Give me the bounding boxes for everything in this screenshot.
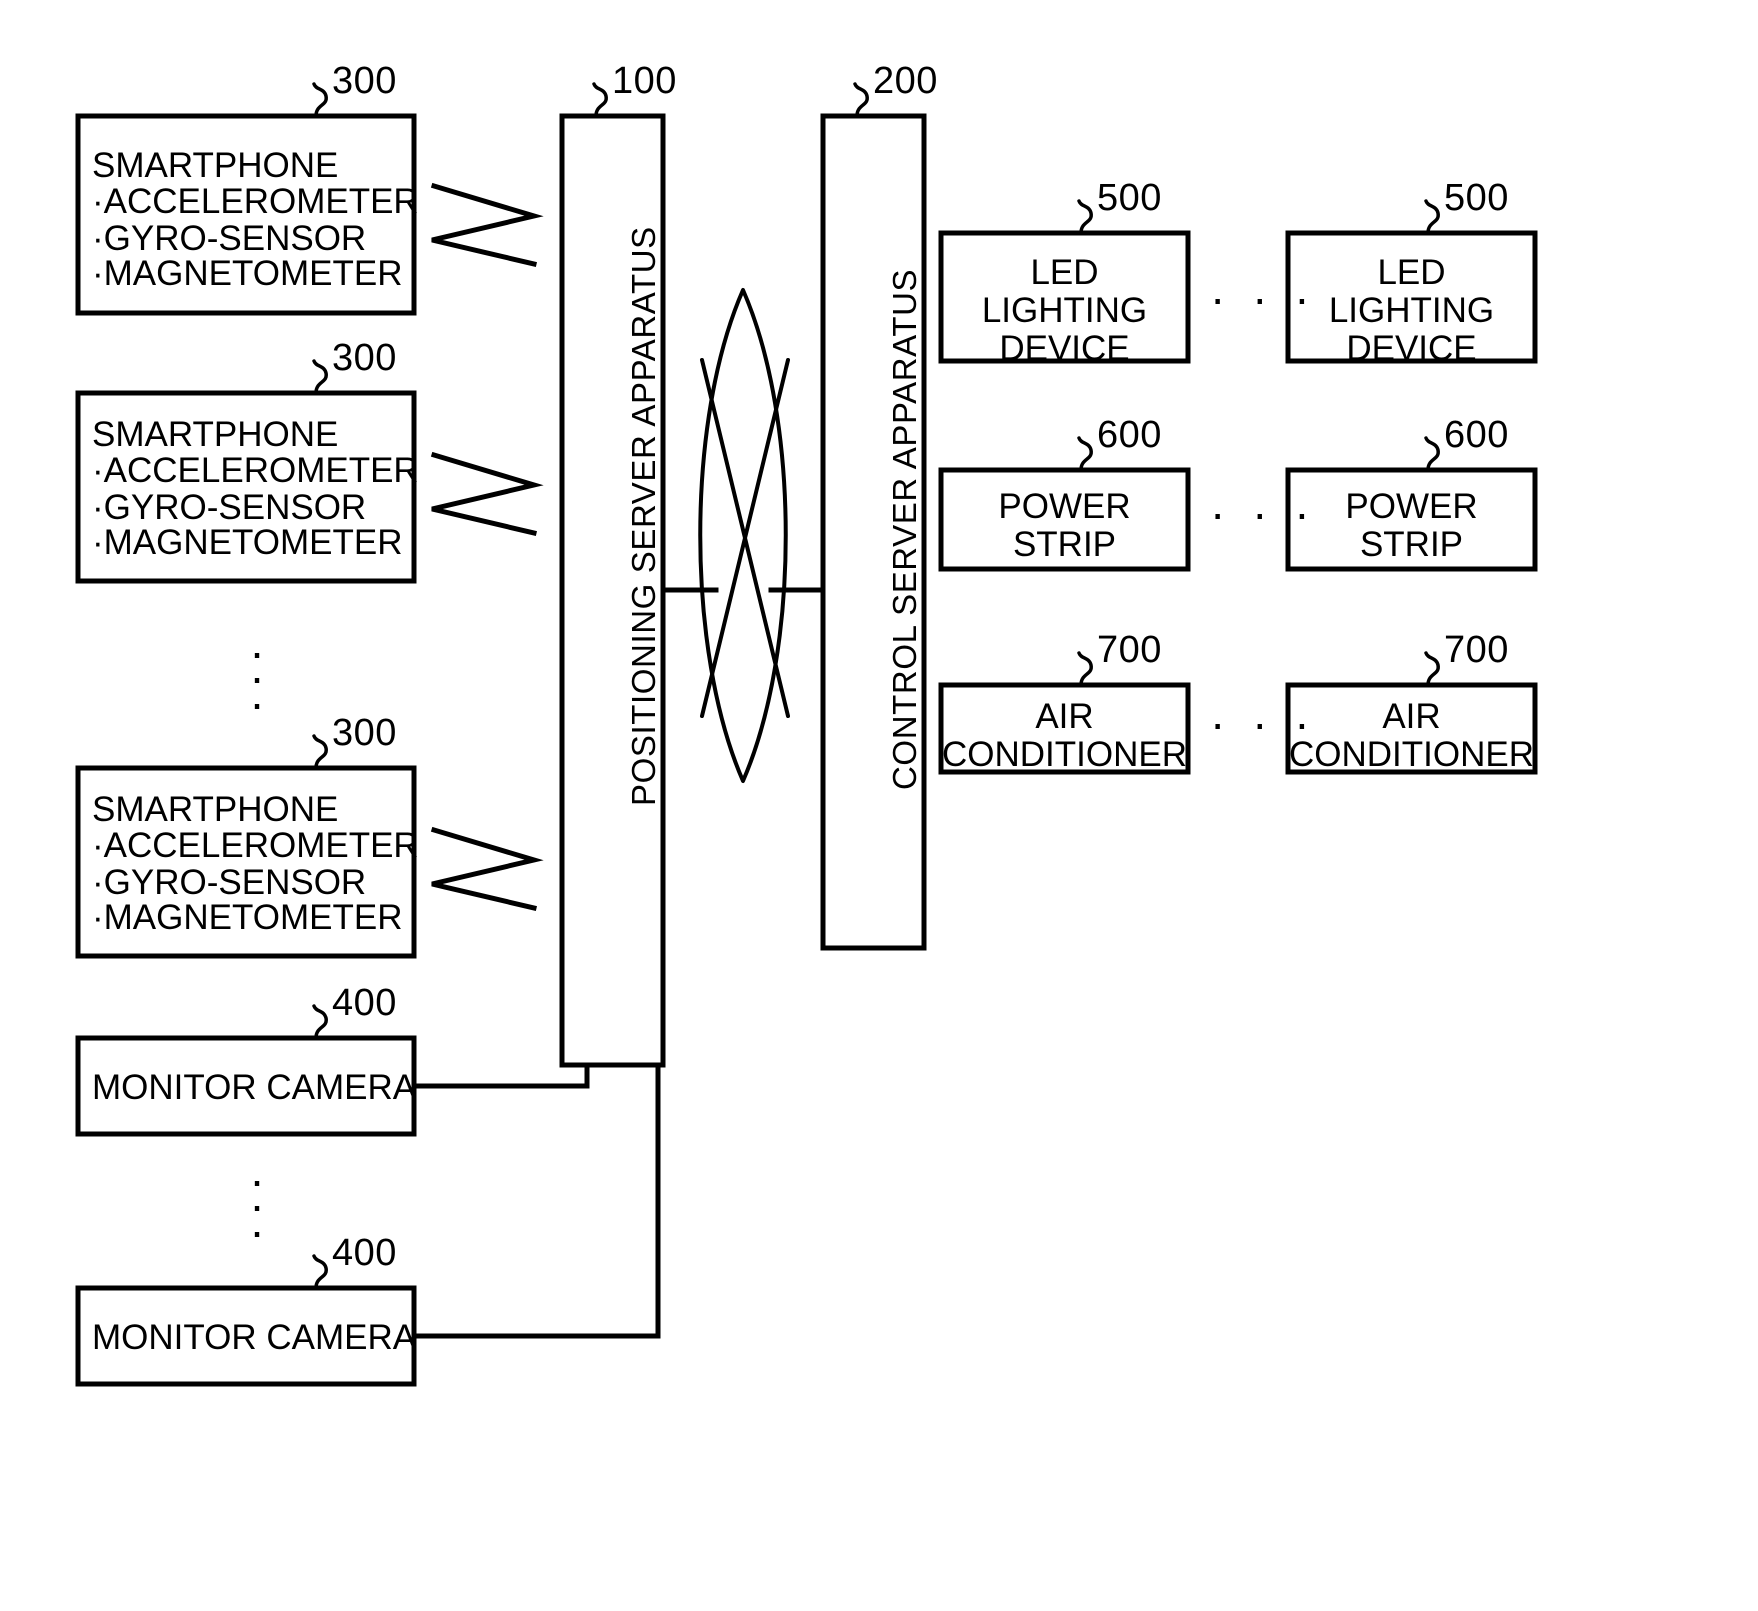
lead-line-300-3 (312, 734, 328, 770)
ref-numeral-300-3: 300 (332, 712, 397, 754)
ref-numeral-500-1: 500 (1097, 177, 1162, 219)
smartphone-1-item-magnetometer: ·MAGNETOMETER (92, 254, 403, 293)
patent-figure: 300 300 300 100 200 400 400 500 500 600 … (0, 0, 1758, 1611)
led-lighting-2-line1: LED (1377, 253, 1446, 292)
smartphone-3-item-accelerometer: ·ACCELEROMETER (92, 826, 419, 865)
positioning-server-label: POSITIONING SERVER APPARATUS (625, 226, 662, 806)
led-lighting-2-line2: LIGHTING (1328, 291, 1495, 330)
wireless-signal-icon-1 (430, 182, 544, 268)
ref-numeral-200: 200 (873, 60, 938, 102)
lead-line-600-2 (1424, 436, 1440, 472)
smartphone-2-item-accelerometer: ·ACCELEROMETER (92, 451, 419, 490)
lead-line-300-2 (312, 359, 328, 395)
lead-line-200 (853, 82, 869, 118)
lead-line-400-2 (312, 1254, 328, 1290)
wireless-signal-icon-3 (430, 826, 544, 912)
horizontal-ellipsis-power: · · · (1210, 487, 1317, 539)
camera-connector-1 (411, 1062, 590, 1089)
ref-numeral-400-2: 400 (332, 1232, 397, 1274)
vertical-ellipsis-smartphones: · · · (249, 626, 265, 729)
lead-line-300-1 (312, 82, 328, 118)
air-conditioner-1-line1: AIR (1035, 697, 1094, 736)
smartphone-1-item-accelerometer: ·ACCELEROMETER (92, 182, 419, 221)
lead-line-500-2 (1424, 199, 1440, 235)
air-conditioner-1-line2: CONDITIONER (942, 735, 1187, 774)
lead-line-100 (592, 82, 608, 118)
ref-numeral-600-2: 600 (1444, 414, 1509, 456)
smartphone-1-item-gyro: ·GYRO-SENSOR (92, 219, 367, 258)
smartphone-1-title: SMARTPHONE (92, 146, 339, 185)
air-conditioner-2-line1: AIR (1382, 697, 1441, 736)
ref-numeral-300-1: 300 (332, 60, 397, 102)
air-conditioner-2-line2: CONDITIONER (1289, 735, 1534, 774)
monitor-camera-2-label: MONITOR CAMERA (92, 1318, 417, 1357)
ref-numeral-500-2: 500 (1444, 177, 1509, 219)
monitor-camera-1-label: MONITOR CAMERA (92, 1068, 417, 1107)
ref-numeral-300-2: 300 (332, 337, 397, 379)
camera-connector-2 (411, 1062, 661, 1339)
smartphone-2-item-gyro: ·GYRO-SENSOR (92, 488, 367, 527)
power-strip-1-line2: STRIP (1012, 525, 1117, 564)
led-lighting-2-line3: DEVICE (1346, 329, 1477, 368)
control-server-label: CONTROL SERVER APPARATUS (886, 268, 923, 790)
ref-numeral-700-1: 700 (1097, 629, 1162, 671)
wireless-signal-icon-2 (430, 451, 544, 537)
led-lighting-1-line3: DEVICE (999, 329, 1130, 368)
lead-line-400-1 (312, 1004, 328, 1040)
ref-numeral-700-2: 700 (1444, 629, 1509, 671)
smartphone-3-title: SMARTPHONE (92, 790, 339, 829)
led-lighting-1-line2: LIGHTING (981, 291, 1148, 330)
ref-numeral-400-1: 400 (332, 982, 397, 1024)
vertical-ellipsis-cameras: · · · (249, 1154, 265, 1257)
horizontal-ellipsis-led: · · · (1210, 272, 1317, 324)
smartphone-2-title: SMARTPHONE (92, 415, 339, 454)
ref-numeral-100: 100 (612, 60, 677, 102)
lead-line-700-1 (1077, 651, 1093, 687)
horizontal-ellipsis-air: · · · (1210, 697, 1317, 749)
lead-line-500-1 (1077, 199, 1093, 235)
ref-numeral-600-1: 600 (1097, 414, 1162, 456)
power-strip-2-line2: STRIP (1359, 525, 1464, 564)
smartphone-3-item-magnetometer: ·MAGNETOMETER (92, 898, 403, 937)
lead-line-700-2 (1424, 651, 1440, 687)
lead-line-600-1 (1077, 436, 1093, 472)
power-strip-2-line1: POWER (1345, 487, 1478, 526)
network-cloud-icon (698, 288, 790, 783)
led-lighting-1-line1: LED (1030, 253, 1099, 292)
smartphone-3-item-gyro: ·GYRO-SENSOR (92, 863, 367, 902)
smartphone-2-item-magnetometer: ·MAGNETOMETER (92, 523, 403, 562)
power-strip-1-line1: POWER (998, 487, 1131, 526)
